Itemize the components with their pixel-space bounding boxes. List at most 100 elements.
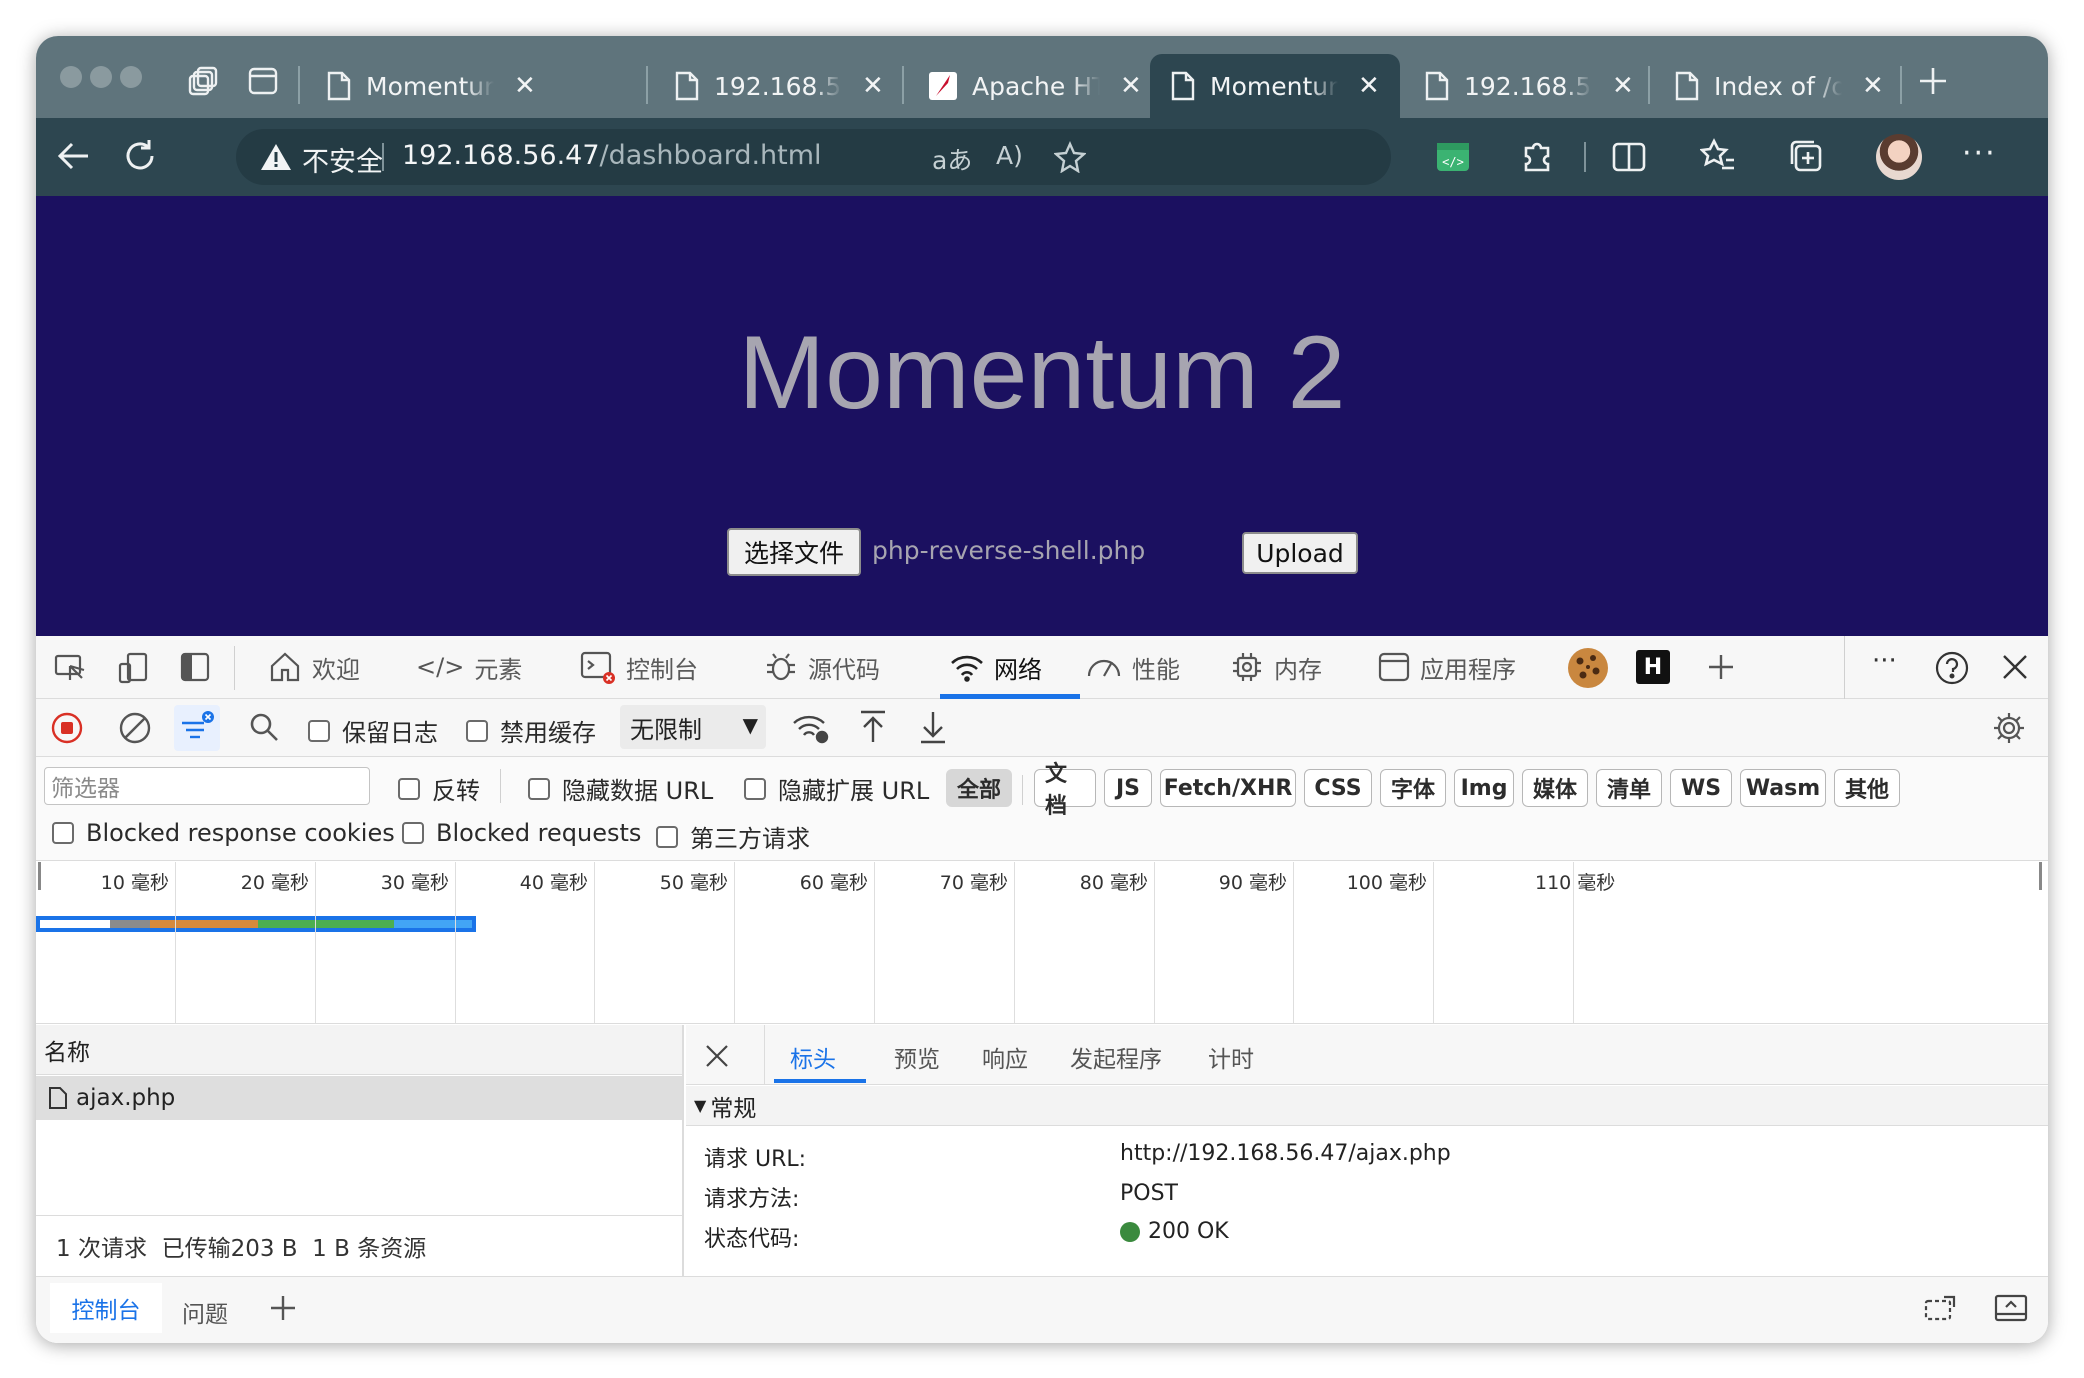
add-tool-icon[interactable] [1706,652,1736,682]
type-filter-wasm[interactable]: Wasm [1740,769,1826,807]
read-aloud-icon[interactable]: A) [996,141,1023,170]
blocked-cookies-checkbox[interactable]: Blocked response cookies [52,819,395,847]
back-icon[interactable] [56,138,92,174]
inspect-element-icon[interactable] [54,652,86,684]
device-emulation-icon[interactable] [118,652,150,684]
cookie-editor-icon[interactable] [1566,646,1610,690]
type-filter-img[interactable]: Img [1454,769,1514,807]
invert-checkbox[interactable]: 反转 [398,771,480,806]
search-icon[interactable] [248,711,280,743]
devtools-tab-application[interactable]: 应用程序 [1378,636,1516,698]
split-screen-icon[interactable] [1612,140,1646,174]
browser-tab[interactable]: 192.168.56.47✕ [1412,54,1652,118]
import-har-icon[interactable] [858,709,888,745]
record-stop-icon[interactable] [50,711,84,745]
network-conditions-icon[interactable] [792,711,830,745]
type-filter-manifest[interactable]: 清单 [1596,769,1662,807]
warning-icon[interactable] [260,143,292,171]
url-text[interactable]: 192.168.56.47/dashboard.html [402,140,822,171]
devtools-tab-network[interactable]: 网络 [940,636,1080,698]
type-filter-doc[interactable]: 文档 [1034,762,1096,819]
general-section-header[interactable]: ▼ 常规 [686,1086,2048,1126]
close-tab-icon[interactable]: ✕ [1120,71,1142,101]
filter-toggle-icon[interactable] [174,705,220,751]
close-tab-icon[interactable]: ✕ [862,71,884,101]
close-tab-icon[interactable]: ✕ [1862,71,1884,101]
browser-tab[interactable]: Index of /owls✕ [1662,54,1902,118]
extension-code-icon[interactable]: </> [1436,140,1470,174]
type-filter-media[interactable]: 媒体 [1522,769,1588,807]
filter-input[interactable]: 筛选器 [44,767,370,805]
type-filter-fetch-xhr[interactable]: Fetch/XHR [1160,769,1296,807]
details-tab-preview[interactable]: 预览 [894,1040,940,1074]
clear-icon[interactable] [118,711,152,745]
security-label[interactable]: 不安全 [302,140,383,179]
minimize-window-button[interactable] [90,66,112,88]
type-filter-all[interactable]: 全部 [946,769,1012,807]
details-tab-initiator[interactable]: 发起程序 [1070,1040,1162,1074]
type-filter-other[interactable]: 其他 [1834,769,1900,807]
browser-tab-active[interactable]: Momentum 2✕ [1150,54,1400,118]
extensions-puzzle-icon[interactable] [1520,138,1556,174]
third-party-checkbox[interactable]: 第三方请求 [656,819,810,854]
browser-tab[interactable]: 192.168.56.47✕ [662,54,902,118]
details-tab-response[interactable]: 响应 [982,1040,1028,1074]
type-filter-css[interactable]: CSS [1304,769,1372,807]
hide-extension-url-checkbox[interactable]: 隐藏扩展 URL [744,771,929,806]
request-row[interactable]: ajax.php [36,1076,682,1120]
type-filter-font[interactable]: 字体 [1380,769,1446,807]
drawer-tab-issues[interactable]: 问题 [182,1295,228,1329]
preserve-log-checkbox[interactable]: 保留日志 [308,713,438,748]
details-tab-timing[interactable]: 计时 [1208,1040,1254,1074]
more-menu-icon[interactable]: ··· [1962,136,1997,171]
drawer-expand-icon[interactable] [1994,1293,2028,1323]
browser-tab[interactable]: Momentum 2✕ [314,54,554,118]
devtools-tab-console[interactable]: 控制台 [580,636,698,698]
name-column-header[interactable]: 名称 [36,1025,682,1075]
collections-icon[interactable] [1788,138,1824,174]
upload-button[interactable]: Upload [1242,532,1358,574]
close-tab-icon[interactable]: ✕ [1612,71,1634,101]
dock-side-icon[interactable] [180,652,210,682]
more-tools-icon[interactable]: ··· [1872,646,1897,676]
close-tab-icon[interactable]: ✕ [1358,71,1380,101]
translate-icon[interactable]: aあ [932,141,972,177]
close-details-icon[interactable] [704,1043,730,1069]
timeline-right-handle[interactable] [2039,862,2042,890]
throttle-select[interactable]: 无限制 ▼ [620,705,766,749]
zoom-window-button[interactable] [120,66,142,88]
devtools-tab-welcome[interactable]: 欢迎 [268,636,360,698]
drawer-tab-console[interactable]: 控制台 [50,1283,162,1333]
workspaces-icon[interactable] [188,64,222,98]
type-filter-js[interactable]: JS [1104,769,1152,807]
vertical-tabs-icon[interactable] [248,66,278,96]
hide-data-url-checkbox[interactable]: 隐藏数据 URL [528,771,713,806]
favorites-list-icon[interactable] [1700,138,1736,174]
profile-avatar[interactable] [1876,134,1922,180]
quick-view-dock-icon[interactable] [1924,1293,1958,1323]
export-har-icon[interactable] [918,709,948,745]
hackbar-icon[interactable]: H [1636,650,1670,684]
blocked-requests-checkbox[interactable]: Blocked requests [402,819,641,847]
details-tab-headers[interactable]: 标头 [790,1040,836,1074]
devtools-drawer-bar: 控制台 问题 [36,1276,2048,1343]
close-window-button[interactable] [60,66,82,88]
type-filter-ws[interactable]: WS [1670,769,1732,807]
choose-file-button[interactable]: 选择文件 [727,528,861,576]
refresh-icon[interactable] [122,138,158,174]
drawer-add-icon[interactable] [268,1293,298,1323]
devtools-tab-elements[interactable]: </> 元素 [416,636,522,698]
network-overview-timeline[interactable]: 10 毫秒 20 毫秒 30 毫秒 40 毫秒 50 毫秒 60 毫秒 70 毫秒 80 毫秒… [36,862,2048,1024]
devtools-tab-memory[interactable]: 内存 [1230,636,1322,698]
close-devtools-icon[interactable] [2000,652,2030,682]
browser-tab[interactable]: Apache HTTP Server✕ [918,54,1158,118]
devtools-tab-performance[interactable]: 性能 [1086,636,1180,698]
disable-cache-checkbox[interactable]: 禁用缓存 [466,713,596,748]
network-settings-gear-icon[interactable] [1992,711,2026,745]
new-tab-icon[interactable] [1918,66,1948,96]
devtools-tab-sources[interactable]: 源代码 [764,636,880,698]
help-icon[interactable] [1934,650,1970,686]
close-tab-icon[interactable]: ✕ [514,71,536,101]
address-bar[interactable]: 不安全 192.168.56.47/dashboard.html aあ A) [236,129,1391,185]
favorite-star-icon[interactable] [1054,141,1086,173]
